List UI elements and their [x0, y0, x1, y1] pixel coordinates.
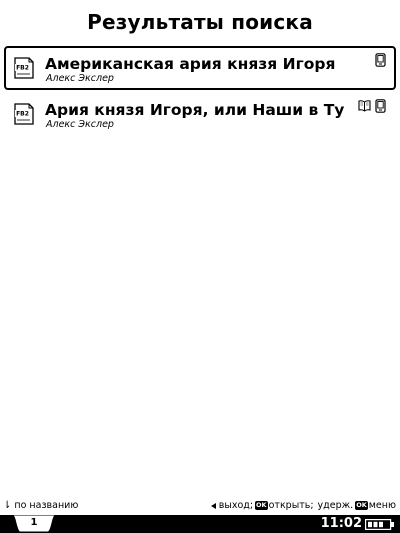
footer-hints: ⇂ по названию выход; OK открыть; удерж. O… — [0, 500, 400, 514]
hold-hint: удерж. — [317, 500, 354, 511]
page-title: Результаты поиска — [87, 10, 313, 34]
sort-arrow-icon: ⇂ — [3, 500, 12, 511]
menu-hint: меню — [368, 500, 396, 511]
battery-cell — [379, 521, 383, 528]
list-item[interactable]: FB2 Ария князя Игоря, или Наши в Тур... … — [4, 92, 396, 136]
book-author: Алекс Экслер — [46, 119, 114, 130]
exit-hint: выход; — [218, 500, 254, 511]
book-title: Ария князя Игоря, или Наши в Тур... — [45, 101, 345, 119]
battery-icon — [365, 519, 394, 530]
book-title: Американская ария князя Игоря — [45, 55, 336, 73]
results-list: FB2 Американская ария князя Игоря Алекс … — [4, 46, 396, 138]
format-label: FB2 — [16, 111, 29, 118]
battery-cell — [368, 521, 372, 528]
sort-label: по названию — [14, 500, 79, 511]
format-label: FB2 — [16, 65, 29, 72]
status-icons — [358, 99, 386, 113]
clock: 11:02 — [320, 516, 362, 531]
device-icon — [375, 99, 386, 113]
list-item[interactable]: FB2 Американская ария князя Игоря Алекс … — [4, 46, 396, 90]
status-bar: 1 11:02 — [0, 515, 400, 533]
page-tab[interactable]: 1 — [12, 517, 56, 528]
ok-key-icon: OK — [255, 501, 268, 510]
status-icons — [375, 53, 386, 67]
ok-key-icon: OK — [355, 501, 368, 510]
device-icon — [375, 53, 386, 67]
fb2-file-icon: FB2 — [14, 57, 34, 79]
open-hint: открыть; — [268, 500, 314, 511]
sort-hint[interactable]: ⇂ по названию — [3, 500, 78, 511]
key-hints: выход; OK открыть; удерж. OK меню — [210, 500, 396, 511]
battery-cell — [373, 521, 378, 528]
open-book-icon — [358, 100, 371, 112]
back-arrow-icon — [210, 502, 216, 509]
book-author: Алекс Экслер — [46, 73, 114, 84]
fb2-file-icon: FB2 — [14, 103, 34, 125]
